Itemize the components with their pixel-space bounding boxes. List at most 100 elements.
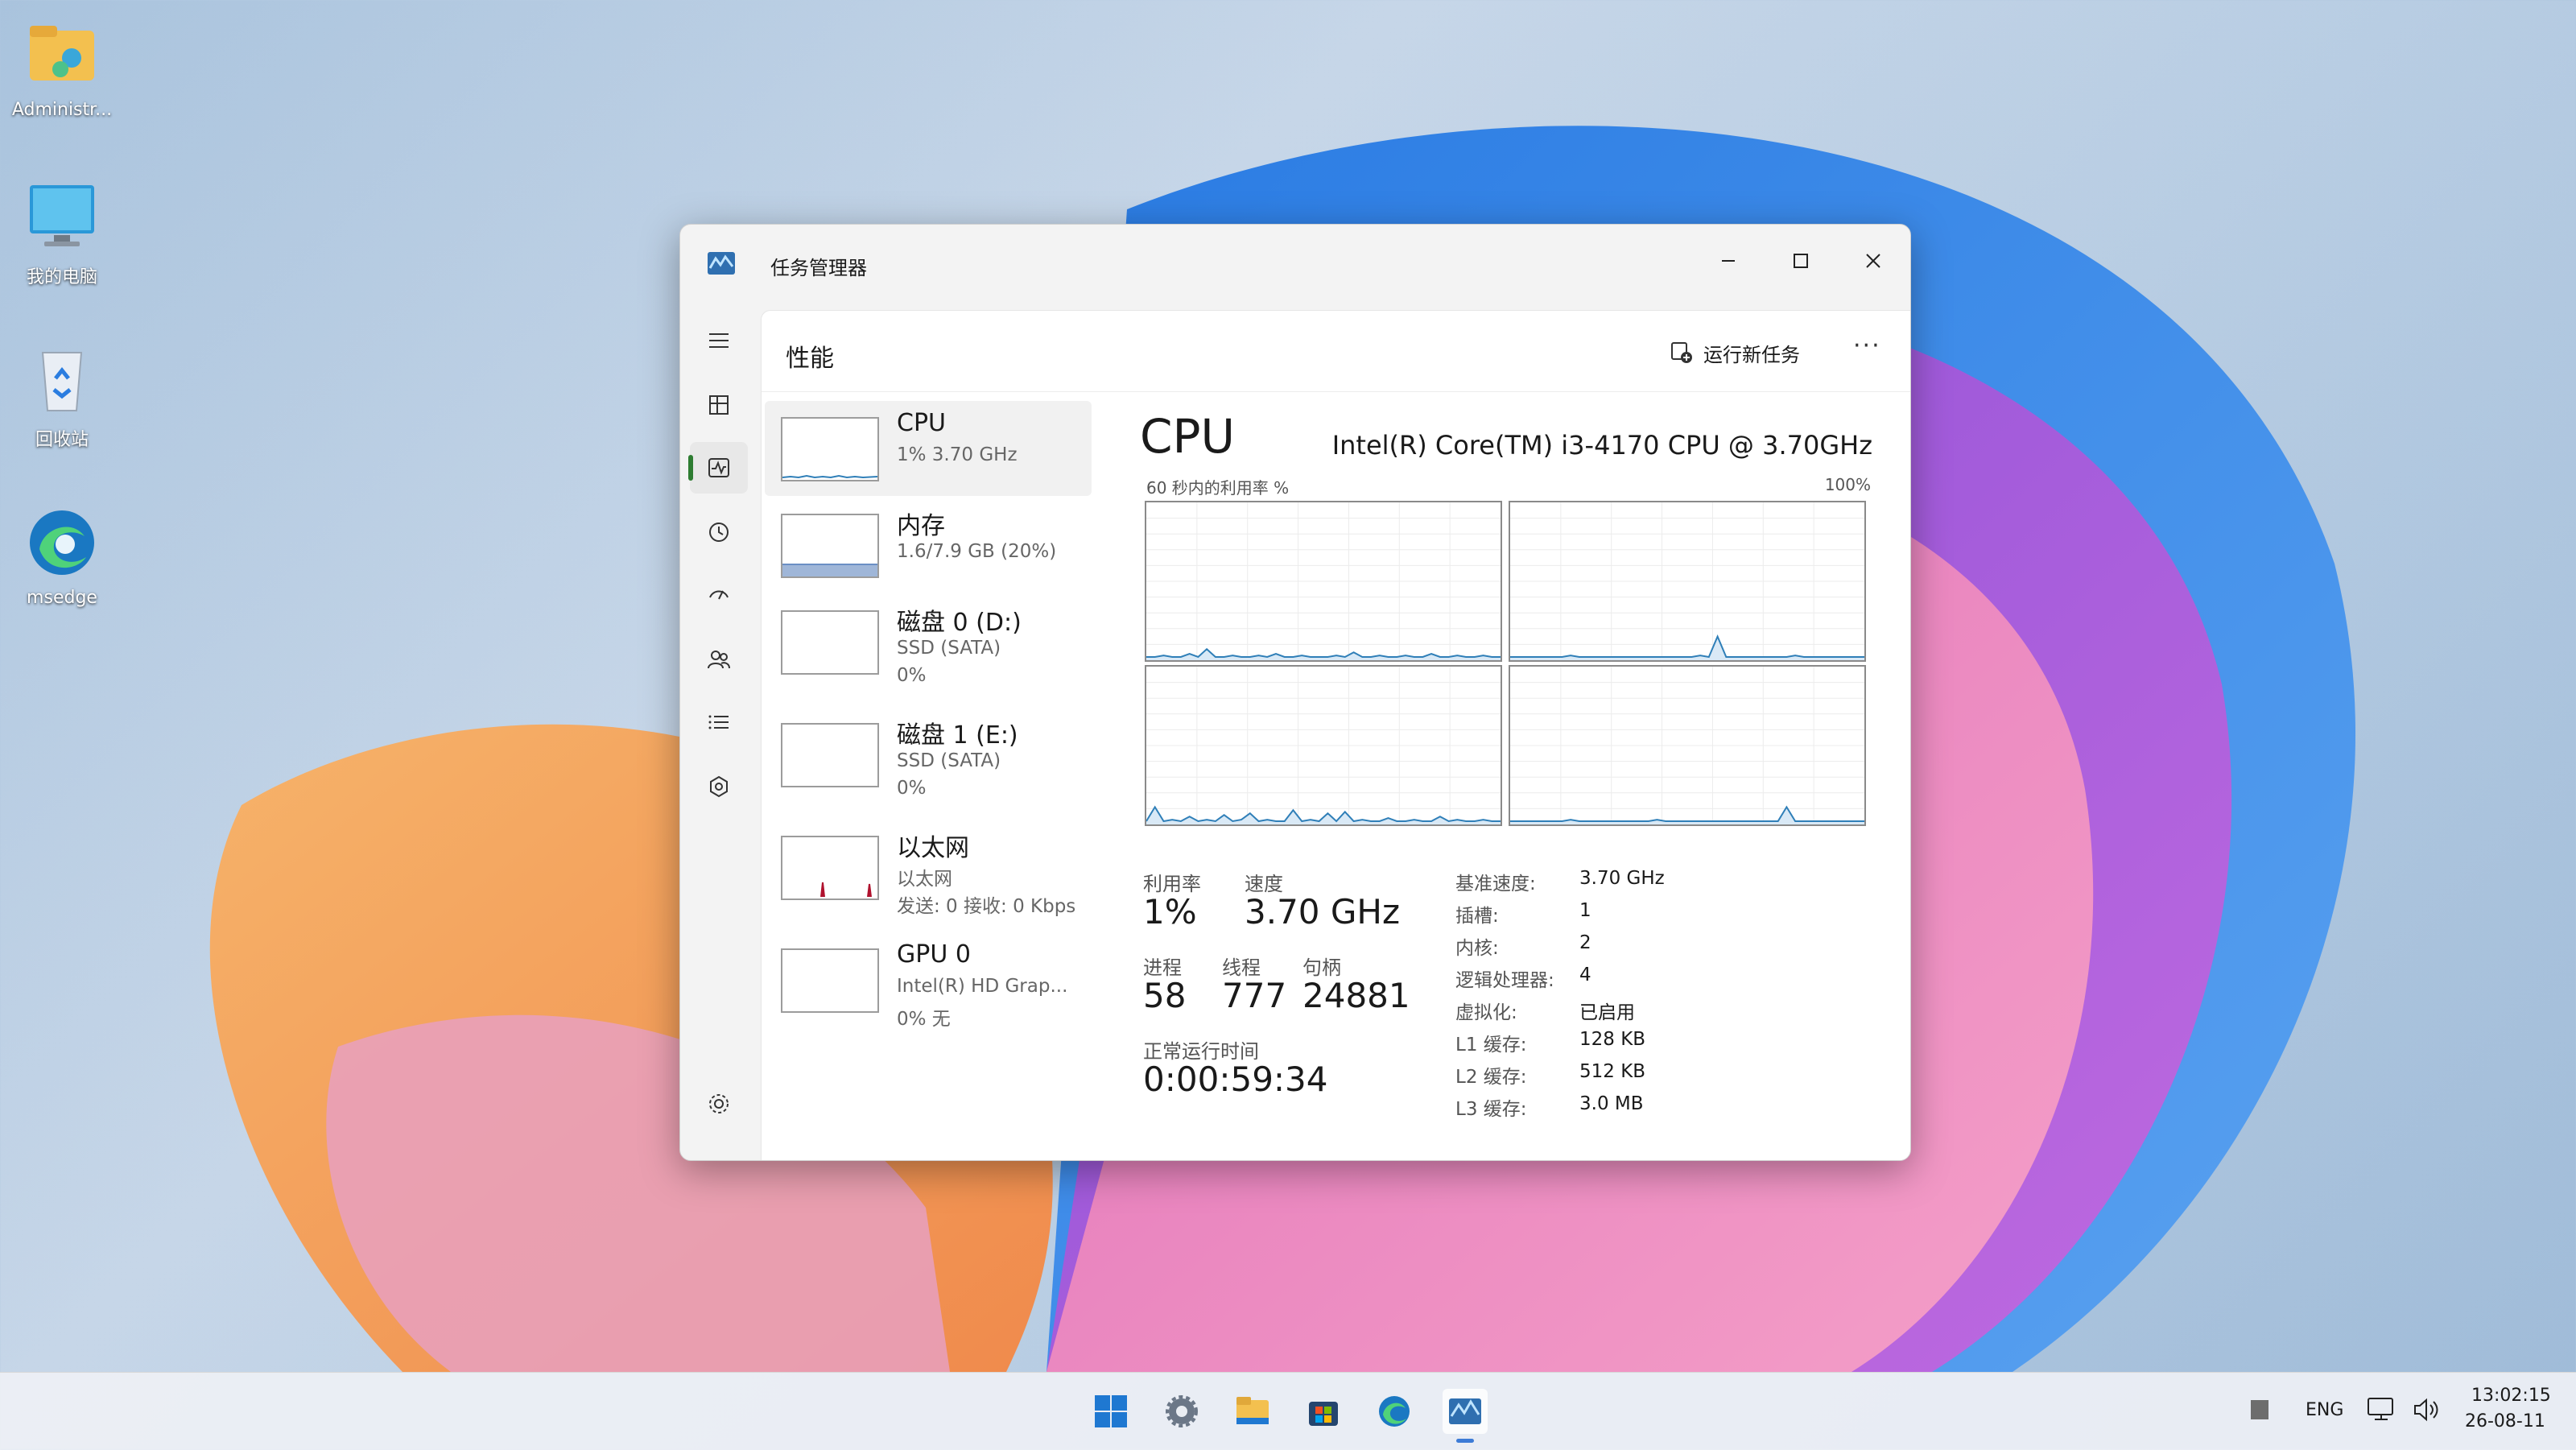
device-name: GPU 0 [897, 940, 971, 969]
device-disk-0[interactable]: 磁盘 0 (D:) SSD (SATA) 0% [765, 594, 1092, 689]
desktop-icon-msedge[interactable]: msedge [2, 504, 122, 608]
taskbar: ENG 13:02:15 26-08-11 [0, 1372, 2576, 1450]
clock-time[interactable]: 13:02:15 [2471, 1386, 2551, 1406]
task-manager-icon [1449, 1398, 1481, 1424]
taskbar-file-explorer[interactable] [1230, 1389, 1275, 1434]
spec-value: 4 [1579, 965, 1591, 985]
handles-value: 24881 [1302, 976, 1410, 1015]
run-new-task-button[interactable]: 运行新任务 [1670, 335, 1800, 370]
recycle-bin-icon [23, 341, 101, 419]
device-type: 以太网 [897, 869, 952, 890]
device-type: Intel(R) HD Grap... [897, 976, 1068, 997]
taskbar-store[interactable] [1301, 1389, 1346, 1434]
minimize-button[interactable] [1695, 233, 1762, 289]
device-type: SSD (SATA) [897, 750, 1001, 771]
desktop-icon-administrator[interactable]: Administr... [2, 16, 122, 120]
run-task-icon [1671, 342, 1692, 363]
spec-label: 逻辑处理器: [1455, 970, 1554, 991]
taskbar-settings[interactable] [1159, 1389, 1204, 1434]
memory-thumbnail-graph [781, 514, 879, 578]
spec-label: L2 缓存: [1455, 1067, 1527, 1088]
cpu-core-2-graph [1145, 665, 1502, 826]
processes-value: 58 [1143, 976, 1187, 1015]
maximize-button[interactable] [1767, 233, 1835, 289]
device-stat: 发送: 0 接收: 0 Kbps [897, 896, 1076, 917]
nav-startup-apps[interactable] [690, 569, 748, 621]
nav-settings[interactable] [690, 1078, 748, 1130]
ethernet-thumbnail-graph [781, 836, 879, 900]
nav-details[interactable] [690, 696, 748, 748]
store-icon [1309, 1402, 1338, 1426]
close-button[interactable] [1839, 233, 1907, 289]
services-icon [710, 775, 728, 798]
spec-label: L1 缓存: [1455, 1035, 1527, 1055]
device-disk-1[interactable]: 磁盘 1 (E:) SSD (SATA) 0% [765, 707, 1092, 802]
title-bar[interactable]: 任务管理器 [680, 225, 1910, 305]
nav-active-indicator [688, 455, 693, 481]
taskbar-task-manager[interactable] [1443, 1389, 1488, 1434]
desktop-icon-recycle-bin[interactable]: 回收站 [2, 341, 122, 451]
cpu-usage-line [1510, 805, 1864, 822]
settings-icon [1166, 1395, 1198, 1427]
taskbar-edge[interactable] [1372, 1389, 1417, 1434]
utilization-value: 1% [1143, 892, 1197, 932]
spec-label: 插槽: [1455, 906, 1499, 927]
clock-date[interactable]: 26-08-11 [2465, 1411, 2545, 1431]
cpu-model-name: Intel(R) Core(TM) i3-4170 CPU @ 3.70GHz [1331, 430, 1872, 461]
device-gpu-0[interactable]: GPU 0 Intel(R) HD Grap... 0% 无 [765, 932, 1092, 1030]
graph-caption: 60 秒内的利用率 % [1146, 478, 1290, 498]
device-stat: 1.6/7.9 GB (20%) [897, 541, 1057, 562]
device-type: SSD (SATA) [897, 638, 1001, 659]
task-manager-window: 任务管理器 性能 运行新任务 ··· CPU 1% 3.70 GHz 内存 1.… [679, 224, 1911, 1161]
spec-label: 内核: [1455, 938, 1499, 959]
device-stat: 0% [897, 665, 927, 686]
device-stat: 0% [897, 778, 927, 799]
input-language[interactable]: ENG [2306, 1400, 2343, 1420]
cpu-usage-line [1510, 634, 1864, 659]
device-stat: 1% 3.70 GHz [897, 444, 1018, 465]
start-button[interactable] [1088, 1389, 1133, 1434]
gpu-thumbnail-graph [781, 948, 879, 1013]
nav-menu-toggle[interactable] [690, 315, 748, 366]
navigation-rail [680, 305, 758, 1160]
file-explorer-icon [1236, 1397, 1269, 1424]
cpu-core-3-graph [1509, 665, 1866, 826]
nav-processes[interactable] [690, 379, 748, 431]
nav-services[interactable] [690, 761, 748, 812]
hamburger-menu-icon [709, 333, 729, 348]
desktop-icon-label: 回收站 [35, 430, 89, 450]
spec-label: L3 缓存: [1455, 1099, 1527, 1120]
maximize-icon [1794, 254, 1808, 268]
user-folder-icon [23, 16, 101, 93]
device-name: 磁盘 0 (D:) [897, 609, 1022, 637]
cpu-core-1-graph [1509, 501, 1866, 662]
nav-performance[interactable] [690, 442, 748, 494]
close-icon [1866, 254, 1880, 268]
processes-icon [709, 395, 729, 415]
page-title: 性能 [786, 345, 834, 373]
device-memory[interactable]: 内存 1.6/7.9 GB (20%) [765, 498, 1092, 593]
uptime-value: 0:00:59:34 [1143, 1060, 1328, 1099]
threads-value: 777 [1222, 976, 1287, 1015]
cpu-core-0-graph [1145, 501, 1502, 662]
cpu-usage-area [1146, 649, 1501, 660]
nav-users[interactable] [690, 634, 748, 685]
more-options-button[interactable]: ··· [1853, 332, 1881, 360]
spec-label: 基准速度: [1455, 874, 1536, 894]
device-ethernet[interactable]: 以太网 以太网 发送: 0 接收: 0 Kbps [765, 820, 1092, 917]
notification-square-icon[interactable] [2251, 1400, 2268, 1419]
performance-icon [708, 458, 729, 477]
desktop-icon-my-computer[interactable]: 我的电脑 [2, 179, 122, 288]
spec-value: 已启用 [1579, 1002, 1635, 1023]
cpu-thumbnail-graph [781, 417, 879, 481]
app-history-icon [709, 523, 729, 542]
users-icon [708, 651, 730, 669]
device-name: CPU [897, 409, 946, 437]
desktop-icon-label: Administr... [11, 100, 113, 120]
volume-icon[interactable] [2412, 1395, 2441, 1427]
device-cpu[interactable]: CPU 1% 3.70 GHz [765, 401, 1092, 496]
settings-icon [709, 1094, 729, 1113]
network-icon[interactable] [2367, 1395, 2396, 1427]
nav-app-history[interactable] [690, 506, 748, 558]
speed-value: 3.70 GHz [1245, 892, 1401, 932]
